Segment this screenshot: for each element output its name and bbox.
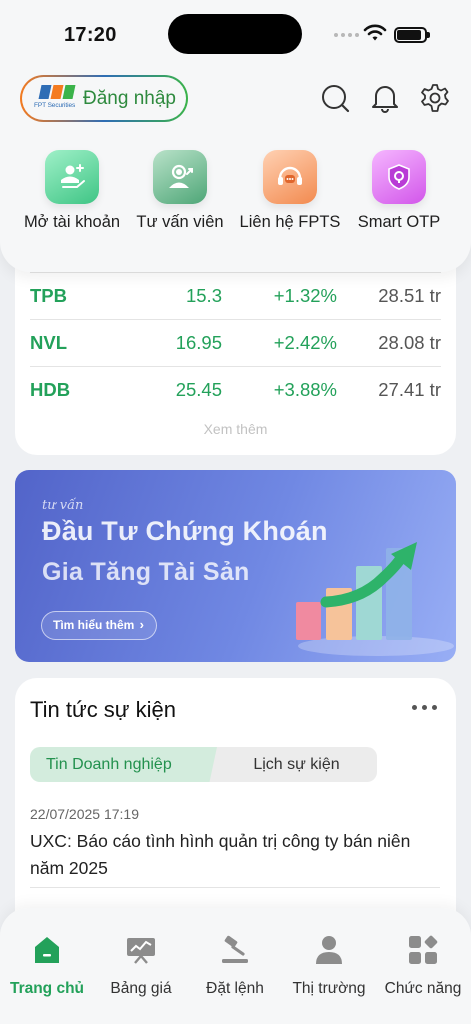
cellular-signal-icon [334,33,359,37]
stock-change: +1.32% [273,285,337,306]
nav-label: Chức năng [384,980,462,997]
stock-row[interactable]: HDB 25.45 +3.88% 27.41 tr [30,366,441,413]
nav-label: Thị trường [292,980,366,997]
tab-event-calendar[interactable]: Lịch sự kiện [202,747,377,782]
chevron-right-icon: › [139,617,144,632]
wifi-icon [363,24,387,41]
news-section-title: Tin tức sự kiện [30,697,177,722]
quick-action-smart-otp[interactable]: Smart OTP [339,150,459,232]
quick-action-open-account[interactable]: Mở tài khoản [12,150,132,232]
divider [30,887,440,888]
learn-more-button[interactable]: Tìm hiểu thêm › [41,611,157,640]
login-button[interactable]: FPT Securities Đăng nhập [20,75,188,122]
tab-company-news[interactable]: Tin Doanh nghiệp [30,747,217,782]
nav-label: Trang chủ [9,980,85,997]
stock-price: 15.3 [185,285,222,306]
battery-icon [394,27,430,43]
banner-headline: Đầu Tư Chứng Khoán [42,516,328,546]
banner-script-text: tư vấn [42,498,84,513]
headset-icon [263,150,317,204]
stock-volume: 27.41 tr [378,379,441,400]
nav-label: Đặt lệnh [206,980,264,997]
stock-change: +2.42% [273,332,337,353]
nav-functions[interactable]: Chức năng [376,932,470,998]
nav-market[interactable]: Thị trường [282,932,376,998]
quick-actions: Mở tài khoản Tư vấn viên Liên hệ FPTS Sm… [0,150,471,240]
open-account-icon [45,150,99,204]
stock-row[interactable]: NVL 16.95 +2.42% 28.08 tr [30,319,441,366]
quick-action-label: Liên hệ FPTS [239,213,341,231]
nav-home[interactable]: Trang chủ [0,932,94,998]
news-headline: UXC: Báo cáo tình hình quản trị công ty … [30,831,411,878]
stock-volume: 28.51 tr [378,285,441,306]
login-label: Đăng nhập [83,88,176,109]
quick-action-advisor[interactable]: Tư vấn viên [120,150,240,232]
quick-action-contact[interactable]: Liên hệ FPTS [230,150,350,232]
promo-banner[interactable]: tư vấn Đầu Tư Chứng Khoán Gia Tăng Tài S… [15,470,456,662]
brand-text: FPT Securities [34,102,76,109]
stock-change: +3.88% [273,379,337,400]
stock-price: 25.45 [175,379,222,400]
stock-symbol: TPB [30,285,67,306]
stock-row[interactable]: TPB 15.3 +1.32% 28.51 tr [30,272,441,319]
bottom-navigation: Trang chủ Bảng giá Đặt lệnh Thị trường C… [0,908,471,1024]
nav-place-order[interactable]: Đặt lệnh [188,932,282,998]
apps-icon [376,932,470,968]
market-icon [282,932,376,968]
advisor-icon [153,150,207,204]
stock-symbol: HDB [30,379,71,400]
fpt-logo: FPT Securities [34,83,82,114]
stock-price: 16.95 [175,332,222,353]
search-icon[interactable] [320,83,350,113]
stock-symbol: NVL [30,332,67,353]
nav-price-board[interactable]: Bảng giá [94,932,188,998]
shield-lock-icon [372,150,426,204]
nav-label: Bảng giá [110,980,172,997]
gavel-icon [188,932,282,968]
banner-subheadline: Gia Tăng Tài Sản [42,558,250,586]
growth-chart-illustration [296,542,454,656]
price-board-icon [94,932,188,968]
stock-volume: 28.08 tr [378,332,441,353]
quick-action-label: Mở tài khoản [23,213,121,231]
quick-action-label: Tư vấn viên [136,213,224,231]
status-time: 17:20 [64,24,117,46]
status-bar: 17:20 [0,0,471,70]
news-item[interactable]: 22/07/2025 17:19 UXC: Báo cáo tình hình … [30,806,440,882]
see-more-link[interactable]: Xem thêm [15,421,456,437]
learn-more-label: Tìm hiểu thêm [53,618,135,632]
bell-icon[interactable] [370,83,400,113]
news-timestamp: 22/07/2025 17:19 [30,806,139,822]
news-tabs: Lịch sự kiện Tin Doanh nghiệp [30,747,377,782]
dynamic-island [168,14,302,54]
home-icon [0,932,94,968]
quick-action-label: Smart OTP [357,213,441,231]
settings-icon[interactable] [420,83,450,113]
more-options-icon[interactable] [412,700,438,714]
